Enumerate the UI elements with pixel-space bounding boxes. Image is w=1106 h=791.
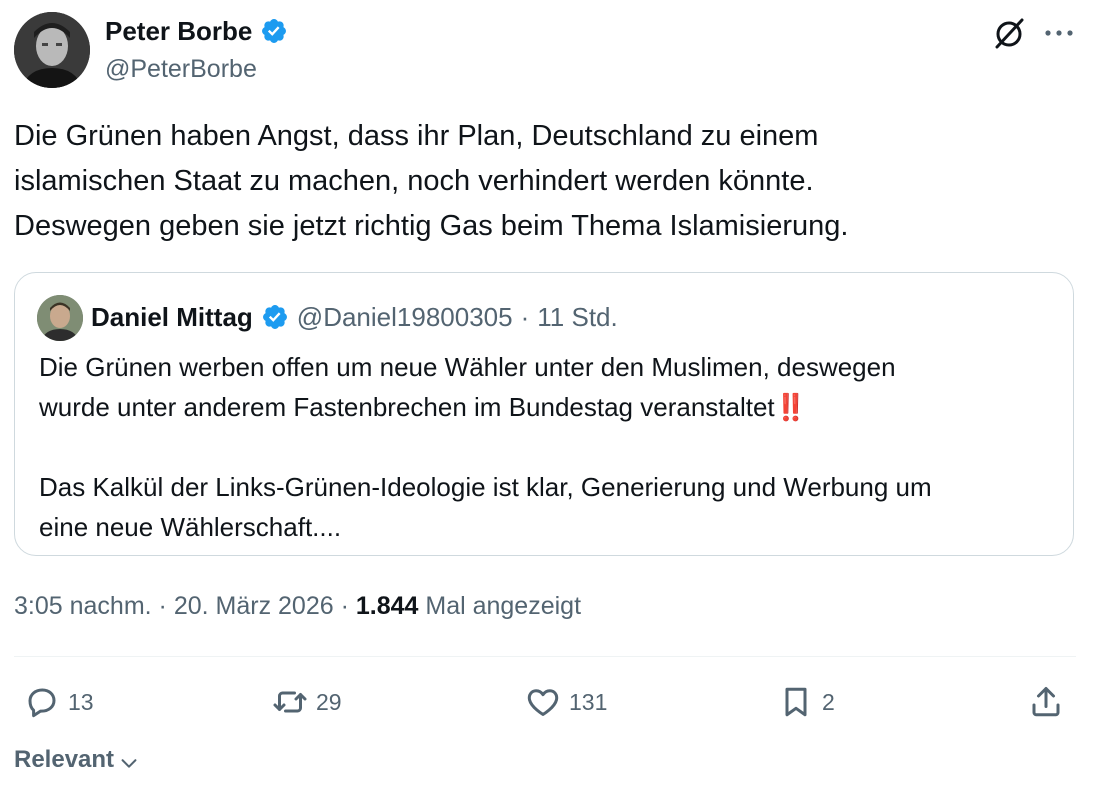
share-icon [1032,687,1060,717]
quote-timestamp[interactable]: 11 Std. [537,299,617,335]
quote-header: Daniel Mittag @Daniel19800305 · 11 Std. [91,299,618,335]
reply-icon [28,688,56,718]
divider [14,656,1076,657]
retweet-count: 29 [316,688,342,715]
sort-label: Relevant [14,746,115,773]
author-avatar[interactable] [14,12,90,88]
quote-text-part1: Die Grünen werben offen um neue Wähler u… [39,352,896,422]
reply-sort-dropdown[interactable]: Relevant [14,742,140,778]
meta-separator: · [333,592,356,620]
verified-badge-icon [262,305,287,329]
retweet-button[interactable]: 29 [272,680,342,724]
tweet-text: Die Grünen haben Angst, dass ihr Plan, D… [14,120,849,242]
share-button[interactable] [1028,680,1064,724]
tweet-time[interactable]: 3:05 nachm. [14,592,152,620]
verified-badge-icon [262,19,287,43]
views-label: Mal angezeigt [418,592,582,620]
double-exclamation-emoji: ‼️ [774,392,807,422]
quote-author-name[interactable]: Daniel Mittag [91,299,253,335]
quote-author-handle[interactable]: @Daniel19800305 [297,299,513,335]
quote-separator: · [520,302,530,332]
reply-count: 13 [68,688,94,715]
meta-separator: · [151,592,174,620]
author-handle[interactable]: @PeterBorbe [105,52,257,86]
bookmark-button[interactable]: 2 [778,680,835,724]
retweet-icon [273,691,307,713]
chevron-down-icon [121,759,137,768]
author-avatar-image [14,12,90,88]
tweet-date[interactable]: 20. März 2026 [174,592,334,620]
quote-text: Die Grünen werben offen um neue Wähler u… [39,347,1049,547]
like-count: 131 [569,688,608,715]
author-name-row[interactable]: Peter Borbe [105,14,288,48]
quote-avatar-image [37,295,83,341]
more-icon[interactable] [1044,28,1074,38]
tweet: Peter Borbe @PeterBorbe Die Grünen haben… [0,0,1106,791]
views-count: 1.844 [355,592,419,620]
reply-button[interactable]: 13 [24,680,94,724]
bookmark-icon [785,687,807,717]
quote-avatar[interactable] [37,295,83,341]
quote-text-part2: Das Kalkül der Links-Grünen-Ideologie is… [39,472,932,542]
like-button[interactable]: 131 [525,680,607,724]
heart-icon [527,689,559,716]
tweet-meta: 3:05 nachm. · 20. März 2026 · 1.844 Mal … [14,588,581,624]
quoted-tweet[interactable]: Daniel Mittag @Daniel19800305 · 11 Std. … [14,272,1074,556]
bookmark-count: 2 [822,688,835,715]
grok-icon[interactable] [992,16,1026,50]
author-name[interactable]: Peter Borbe [105,14,252,48]
